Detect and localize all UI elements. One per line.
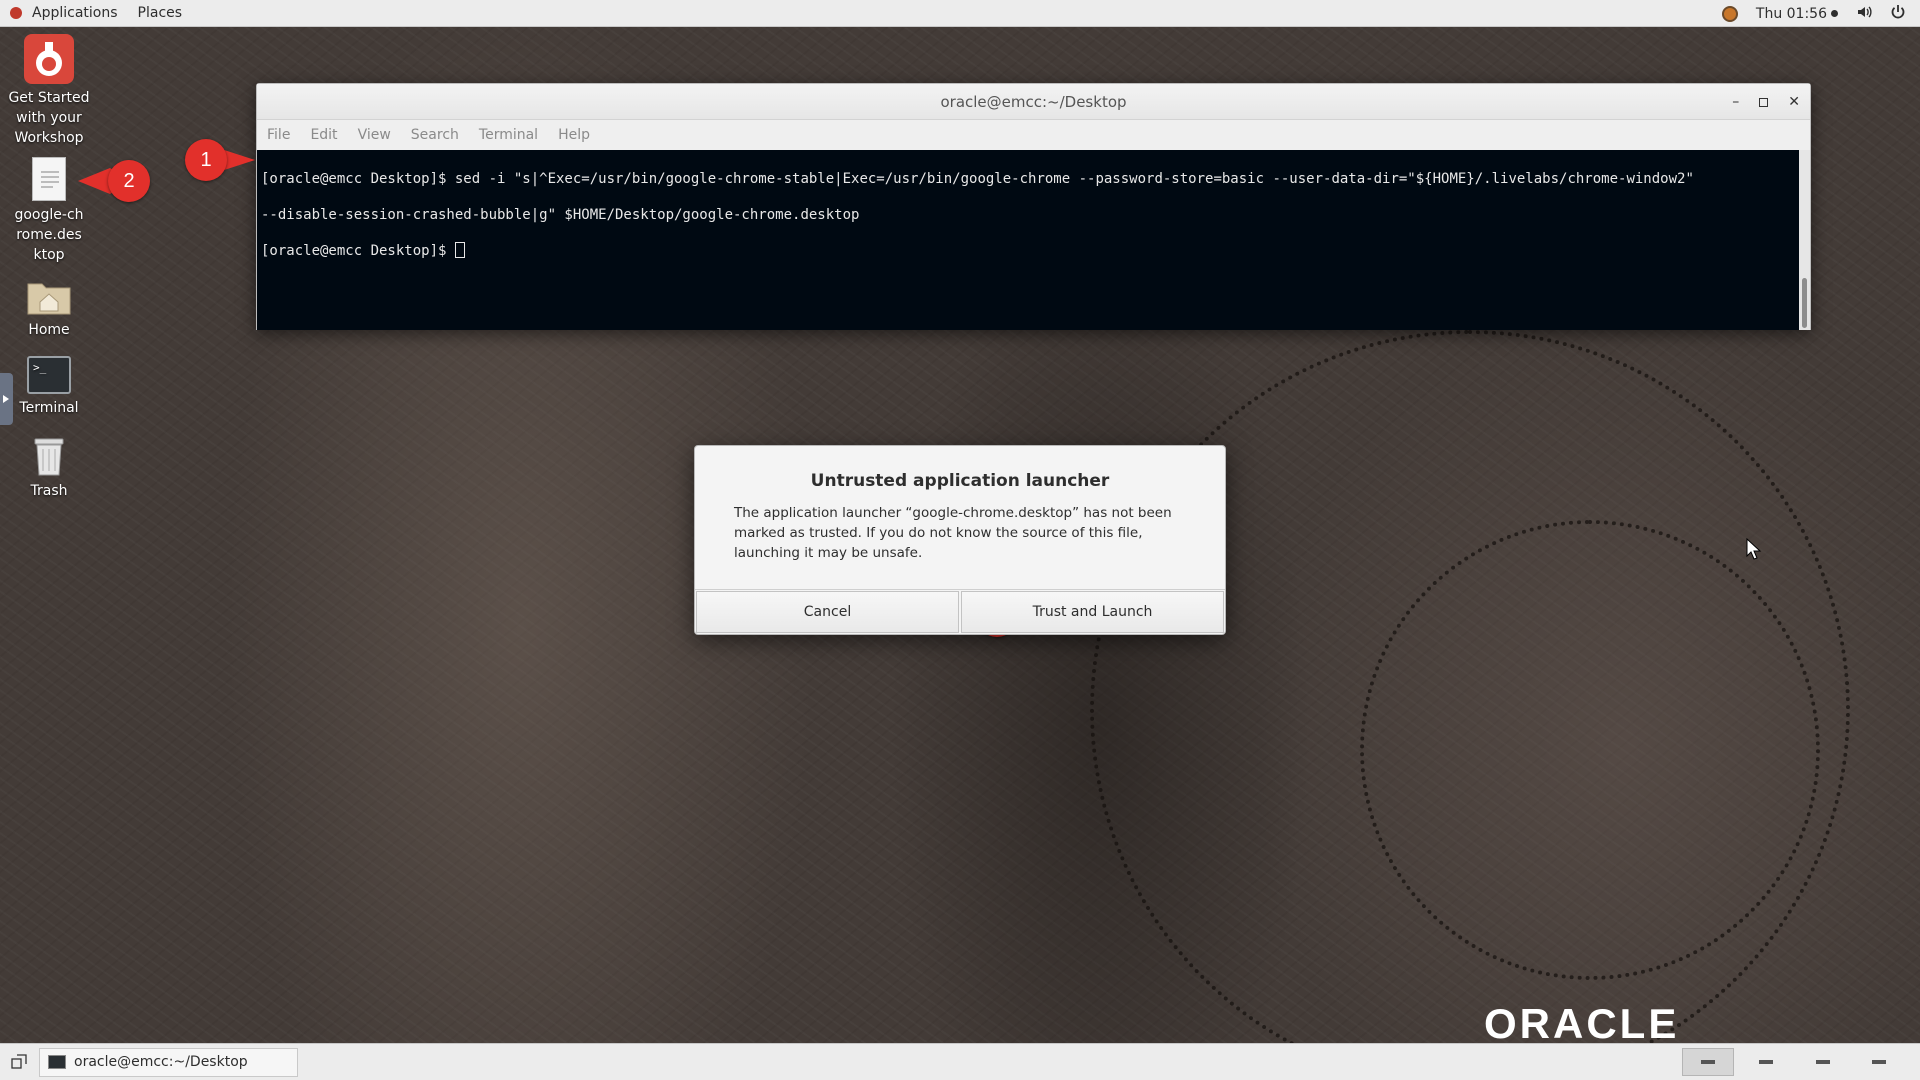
- home-folder-icon: [26, 276, 72, 316]
- close-icon[interactable]: ✕: [1788, 94, 1800, 110]
- menu-search[interactable]: Search: [411, 127, 459, 143]
- dialog-message: The application launcher “google-chrome.…: [734, 505, 1172, 561]
- terminal-menubar: File Edit View Search Terminal Help: [257, 120, 1810, 150]
- untrusted-launcher-dialog: Untrusted application launcher The appli…: [694, 445, 1226, 635]
- workspace-icon: [1816, 1060, 1830, 1064]
- taskbar-item-terminal[interactable]: oracle@emcc:~/Desktop: [39, 1047, 298, 1077]
- mouse-pointer-icon: [1746, 537, 1762, 564]
- applications-menu-label: Applications: [32, 5, 118, 21]
- terminal-scrollbar[interactable]: [1799, 150, 1810, 330]
- places-menu-label: Places: [137, 5, 183, 21]
- terminal-prompt-line: [oracle@emcc Desktop]$: [261, 242, 1797, 260]
- applications-icon: [10, 7, 22, 19]
- workspace-icon: [1872, 1060, 1886, 1064]
- menu-view[interactable]: View: [358, 127, 391, 143]
- dialog-title: Untrusted application launcher: [810, 471, 1110, 491]
- maximize-icon[interactable]: [1759, 97, 1769, 107]
- scrollbar-thumb[interactable]: [1802, 278, 1807, 328]
- power-icon[interactable]: [1890, 4, 1906, 24]
- places-menu[interactable]: Places: [128, 0, 193, 27]
- top-panel: Applications Places Thu 01:56: [0, 0, 1920, 27]
- terminal-line: --disable-session-crashed-bubble|g" $HOM…: [261, 207, 860, 223]
- volume-icon[interactable]: [1856, 4, 1872, 24]
- terminal-line: [oracle@emcc Desktop]$ sed -i "s|^Exec=/…: [261, 171, 1694, 187]
- clock-label: Thu 01:56: [1755, 5, 1827, 22]
- terminal-window: oracle@emcc:~/Desktop – ✕ File Edit View…: [256, 83, 1811, 330]
- window-title: oracle@emcc:~/Desktop: [940, 92, 1127, 111]
- terminal-prompt: [oracle@emcc Desktop]$: [261, 243, 455, 259]
- desktop-icon-label: Get Started with your Workshop: [8, 90, 90, 146]
- desktop-icon-label: Trash: [30, 483, 68, 499]
- desktop-icon-home[interactable]: Home: [1, 276, 97, 340]
- oracle-logo: ORACLE: [1484, 1000, 1680, 1047]
- workspace-1[interactable]: [1682, 1048, 1734, 1076]
- minimize-icon[interactable]: –: [1732, 94, 1739, 110]
- desktop-icon-label: Home: [28, 322, 70, 338]
- applications-menu[interactable]: Applications: [0, 0, 128, 27]
- callout-number: 1: [185, 139, 227, 181]
- terminal-titlebar[interactable]: oracle@emcc:~/Desktop – ✕: [257, 84, 1810, 120]
- wallpaper-dots-decoration: [1360, 520, 1820, 980]
- workspace-icon: [1701, 1060, 1715, 1064]
- terminal-output[interactable]: [oracle@emcc Desktop]$ sed -i "s|^Exec=/…: [257, 150, 1801, 330]
- trust-and-launch-button[interactable]: Trust and Launch: [961, 591, 1224, 633]
- desktop-icon-get-started[interactable]: Get Started with your Workshop: [1, 34, 97, 148]
- desktop-icon-label: google-chrome.desktop: [14, 207, 84, 263]
- menu-terminal[interactable]: Terminal: [479, 127, 538, 143]
- notification-dot-icon: [1831, 10, 1838, 17]
- menu-help[interactable]: Help: [558, 127, 590, 143]
- cancel-button[interactable]: Cancel: [696, 591, 959, 633]
- desktop-icon-terminal[interactable]: >_ Terminal: [1, 356, 97, 418]
- taskbar-item-label: oracle@emcc:~/Desktop: [74, 1054, 248, 1070]
- terminal-small-icon: [48, 1055, 66, 1069]
- trash-icon: [31, 433, 67, 477]
- workspace-4[interactable]: [1853, 1048, 1905, 1076]
- text-file-icon: [32, 157, 66, 201]
- sidebar-expand-handle[interactable]: [0, 373, 13, 425]
- workspace-2[interactable]: [1740, 1048, 1792, 1076]
- text-cursor: [454, 242, 465, 258]
- menu-edit[interactable]: Edit: [310, 127, 337, 143]
- terminal-app-icon: >_: [27, 356, 71, 394]
- desktop-icon-label: Terminal: [19, 400, 79, 416]
- workshop-flask-icon: [24, 34, 74, 84]
- callout-number: 2: [108, 160, 150, 202]
- clock[interactable]: Thu 01:56: [1756, 6, 1838, 22]
- desktop-icon-trash[interactable]: Trash: [1, 433, 97, 501]
- workspace-icon: [1759, 1060, 1773, 1064]
- bottom-panel: oracle@emcc:~/Desktop: [0, 1043, 1920, 1080]
- workspace-3[interactable]: [1797, 1048, 1849, 1076]
- show-desktop-button[interactable]: [5, 1048, 33, 1076]
- update-notifier-icon[interactable]: [1721, 5, 1738, 22]
